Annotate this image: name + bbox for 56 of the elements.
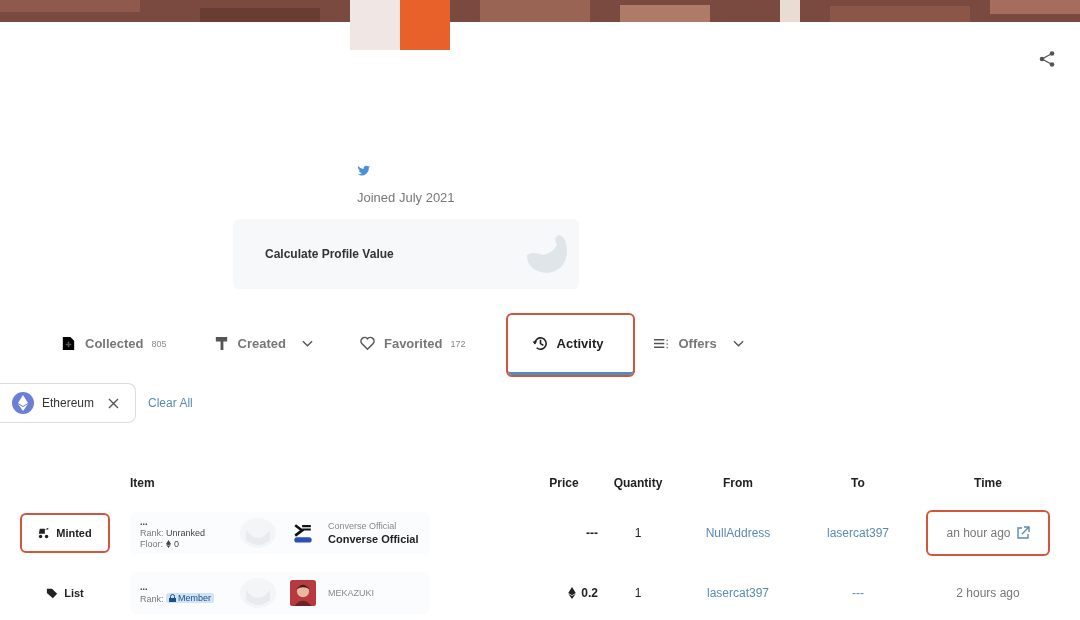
tab[interactable]: Collected 805 — [58, 315, 193, 375]
filter-chip[interactable]: Ethereum — [0, 383, 137, 423]
tab-count: 805 — [151, 338, 167, 349]
column-header: Time — [973, 476, 1003, 490]
clear-all-link[interactable]: Clear All — [142, 396, 199, 410]
to-link[interactable]: lasercat397 — [826, 526, 889, 540]
item-card[interactable]: ... Rank: Member MEKAZUKI — [130, 572, 430, 614]
item-title: ... — [140, 582, 149, 592]
time-label[interactable]: an hour ago — [928, 512, 1048, 554]
tag-icon — [46, 587, 59, 599]
tab-count: 172 — [450, 338, 466, 349]
column-header: Price — [548, 476, 580, 490]
tab[interactable]: Offers — [651, 315, 770, 375]
column-header: From — [722, 476, 754, 490]
event-name: Minted — [56, 527, 92, 539]
lock-icon — [169, 594, 177, 602]
rank-value: Unranked — [166, 528, 206, 538]
item-name[interactable]: Converse Official — [328, 533, 419, 545]
column-header: Item — [130, 476, 156, 490]
floor-value: 0 — [174, 539, 180, 549]
column-header: Quantity — [612, 476, 664, 490]
from-link[interactable]: NullAddress — [705, 526, 771, 540]
from-link[interactable]: lasercat397 — [706, 586, 769, 600]
add-file-icon — [60, 335, 77, 352]
event-name: List — [64, 587, 84, 599]
quantity: 1 — [634, 586, 642, 600]
time-label[interactable]: 2 hours ago — [938, 572, 1038, 614]
rank-label: Rank: — [140, 594, 164, 604]
rank-label: Rank: — [140, 528, 164, 538]
ethereum-icon — [568, 587, 577, 599]
tab[interactable]: Favorited 172 — [356, 315, 492, 375]
ethereum-icon — [166, 540, 171, 548]
collection-name[interactable]: Converse Official — [328, 521, 419, 531]
price: 0.2 — [581, 586, 598, 600]
to-link[interactable]: --- — [852, 586, 864, 600]
rank-badge: Member — [166, 593, 215, 603]
quantity: 1 — [634, 526, 642, 540]
ethereum-icon — [12, 392, 34, 414]
bird-icon[interactable] — [357, 164, 371, 176]
tab[interactable]: Created — [210, 315, 339, 375]
item-title: ... — [140, 517, 149, 527]
calculate-profile-value-card[interactable]: Calculate Profile Value — [233, 219, 579, 289]
collection-name[interactable]: MEKAZUKI — [328, 588, 374, 598]
column-header: To — [850, 476, 866, 490]
history-icon — [531, 335, 549, 352]
tab[interactable]: Activity — [507, 315, 634, 375]
joined-date: Joined July 2021 — [357, 190, 455, 205]
price: --- — [586, 526, 598, 540]
chevron-down-icon — [732, 339, 744, 348]
close-icon[interactable] — [108, 397, 120, 409]
chevron-down-icon — [301, 339, 313, 348]
heart-icon — [358, 335, 376, 352]
item-card[interactable]: ... Rank: Unranked Floor: 0 Converse Official Converse Official — [130, 512, 430, 554]
floor-label: Floor: — [140, 539, 163, 549]
share-icon[interactable] — [1038, 50, 1056, 68]
external-link-icon[interactable] — [1015, 526, 1030, 540]
